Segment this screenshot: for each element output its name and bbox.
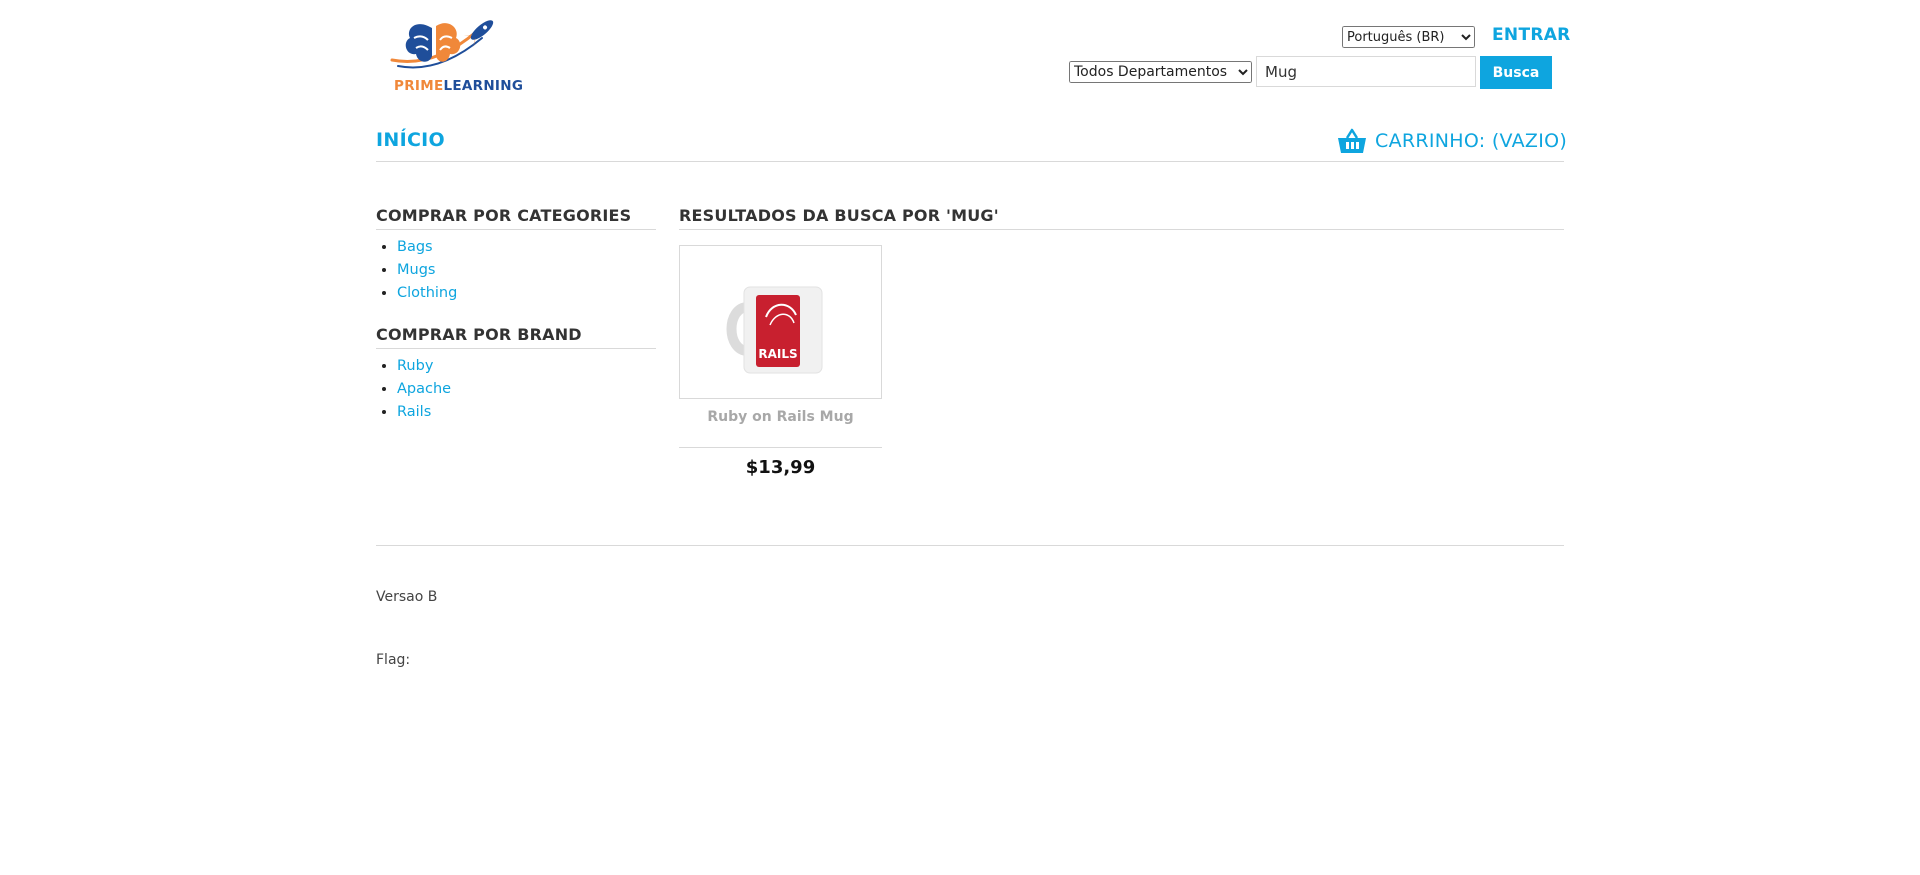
logo-text: PRIMELEARNING (394, 78, 523, 94)
logo-text-prime: PRIME (394, 78, 444, 94)
product-card: RAILS Ruby on Rails Mug $13,99 (679, 245, 882, 478)
cart-link[interactable]: CARRINHO: (VAZIO) (1337, 128, 1567, 154)
nav-divider (376, 161, 1564, 162)
brands-list: Ruby Apache Rails (376, 355, 451, 424)
list-item: Mugs (397, 259, 457, 282)
footer-version: Versao B (376, 589, 438, 605)
page-container: PRIMELEARNING Português (BR) ENTRAR Todo… (376, 0, 1570, 875)
list-item: Bags (397, 236, 457, 259)
logo-text-learning: LEARNING (443, 78, 524, 94)
search-input[interactable] (1256, 56, 1476, 87)
shopping-basket-icon (1338, 128, 1366, 153)
categories-list: Bags Mugs Clothing (376, 236, 457, 305)
footer-flag: Flag: (376, 652, 411, 668)
list-item: Ruby (397, 355, 451, 378)
brain-rocket-logo-icon (390, 20, 494, 69)
list-item: Clothing (397, 282, 457, 305)
language-select[interactable]: Português (BR) (1342, 26, 1475, 48)
product-divider (679, 447, 882, 448)
cart-label: CARRINHO: (VAZIO) (1375, 130, 1568, 152)
product-image-link[interactable]: RAILS (679, 245, 882, 399)
category-link-clothing[interactable]: Clothing (397, 285, 457, 301)
categories-heading: COMPRAR POR CATEGORIES (376, 206, 656, 230)
list-item: Rails (397, 401, 451, 424)
brand-link-apache[interactable]: Apache (397, 381, 451, 397)
product-price: $13,99 (745, 457, 816, 478)
home-link[interactable]: INÍCIO (376, 129, 445, 151)
brands-heading: COMPRAR POR BRAND (376, 325, 656, 349)
department-select[interactable]: Todos Departamentos (1069, 61, 1252, 83)
login-link[interactable]: ENTRAR (1492, 25, 1571, 45)
footer-divider (376, 545, 1564, 546)
product-name[interactable]: Ruby on Rails Mug (679, 409, 882, 425)
category-link-bags[interactable]: Bags (397, 239, 433, 255)
site-logo[interactable]: PRIMELEARNING (384, 8, 523, 94)
product-image: RAILS (726, 286, 823, 374)
search-button[interactable]: Busca (1480, 56, 1552, 89)
brand-link-rails[interactable]: Rails (397, 404, 431, 420)
brand-link-ruby[interactable]: Ruby (397, 358, 433, 374)
list-item: Apache (397, 378, 451, 401)
results-heading: RESULTADOS DA BUSCA POR 'MUG' (679, 206, 1564, 230)
product-image-label: RAILS (758, 347, 797, 361)
category-link-mugs[interactable]: Mugs (397, 262, 435, 278)
